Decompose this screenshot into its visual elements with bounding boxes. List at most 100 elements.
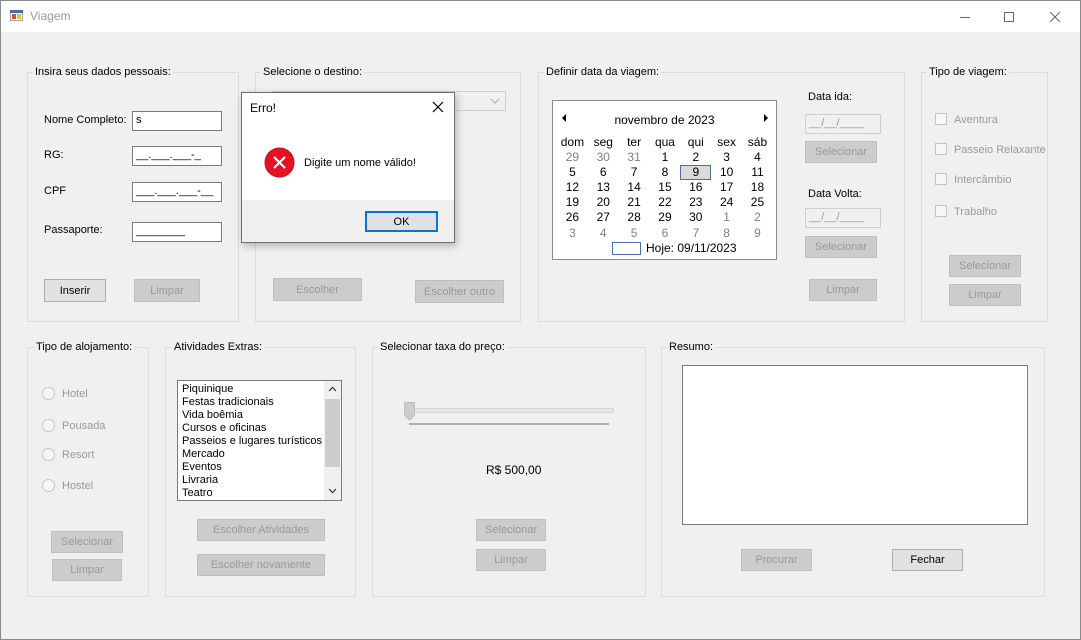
- price-slider-thumb[interactable]: [404, 402, 415, 421]
- calendar-day[interactable]: 7: [680, 226, 711, 241]
- trip-type-checkbox-work[interactable]: [935, 205, 947, 217]
- list-item[interactable]: Eventos: [178, 461, 341, 474]
- close-window-button[interactable]: [1032, 1, 1078, 32]
- close-button[interactable]: Fechar: [892, 549, 963, 571]
- lodging-radio-pousada[interactable]: [42, 419, 55, 432]
- trip-type-checkbox-exchange[interactable]: [935, 173, 947, 185]
- list-item[interactable]: Piquinique: [178, 383, 341, 396]
- calendar-day[interactable]: 25: [742, 195, 773, 210]
- list-item[interactable]: Festas tradicionais: [178, 396, 341, 409]
- calendar-day[interactable]: 30: [680, 210, 711, 225]
- chevron-down-icon[interactable]: [328, 488, 337, 494]
- calendar-day[interactable]: 2: [680, 150, 711, 165]
- calendar-day[interactable]: 27: [588, 210, 619, 225]
- list-item[interactable]: Cursos e oficinas: [178, 422, 341, 435]
- trip-type-select-button[interactable]: Selecionar: [949, 255, 1021, 277]
- lodging-radio-hotel[interactable]: [42, 387, 55, 400]
- calendar-day[interactable]: 1: [711, 210, 742, 225]
- list-item[interactable]: Livraria: [178, 474, 341, 487]
- price-slider-track[interactable]: [409, 408, 614, 413]
- choose-activities-button[interactable]: Escolher Atividades: [197, 519, 325, 541]
- calendar-day[interactable]: 26: [557, 210, 588, 225]
- title-bar[interactable]: Viagem: [1, 1, 1080, 32]
- calendar-day[interactable]: 20: [588, 195, 619, 210]
- summary-textbox[interactable]: [682, 365, 1028, 525]
- calendar-day[interactable]: 24: [711, 195, 742, 210]
- name-input[interactable]: s: [132, 111, 222, 131]
- calendar-day[interactable]: 30: [588, 150, 619, 165]
- calendar-day[interactable]: 19: [557, 195, 588, 210]
- calendar-day[interactable]: 7: [619, 165, 650, 180]
- calendar-day[interactable]: 11: [742, 165, 773, 180]
- trip-type-checkbox-adventure[interactable]: [935, 113, 947, 125]
- calendar-day[interactable]: 2: [742, 210, 773, 225]
- cpf-input[interactable]: ___.___.___-__: [132, 182, 222, 202]
- trip-type-clear-button[interactable]: Limpar: [949, 284, 1021, 306]
- calendar-day-selected[interactable]: 9: [680, 165, 712, 181]
- scrollbar-thumb[interactable]: [325, 399, 340, 467]
- calendar-day[interactable]: 1: [650, 150, 681, 165]
- calendar-today-label[interactable]: Hoje: 09/11/2023: [646, 241, 737, 255]
- calendar-day[interactable]: 4: [742, 150, 773, 165]
- choose-destination-button[interactable]: Escolher: [273, 278, 362, 301]
- calendar-day[interactable]: 16: [680, 180, 711, 195]
- return-date-input[interactable]: __/__/____: [805, 208, 881, 228]
- list-item[interactable]: Teatro: [178, 487, 341, 500]
- calendar-day[interactable]: 8: [650, 165, 681, 180]
- calendar-day[interactable]: 23: [680, 195, 711, 210]
- next-month-icon[interactable]: [763, 114, 769, 122]
- calendar-day[interactable]: 29: [557, 150, 588, 165]
- lodging-clear-button[interactable]: Limpar: [52, 559, 122, 581]
- calendar-day[interactable]: 31: [619, 150, 650, 165]
- trip-type-checkbox-relax[interactable]: [935, 143, 947, 155]
- date-clear-button[interactable]: Limpar: [809, 279, 877, 301]
- calendar-day[interactable]: 9: [742, 226, 773, 241]
- personal-clear-button[interactable]: Limpar: [134, 279, 200, 302]
- list-item[interactable]: Mercado: [178, 448, 341, 461]
- calendar-day[interactable]: 3: [557, 226, 588, 241]
- calendar-day[interactable]: 15: [650, 180, 681, 195]
- insert-button[interactable]: Inserir: [44, 279, 106, 302]
- calendar-day[interactable]: 22: [650, 195, 681, 210]
- price-clear-button[interactable]: Limpar: [476, 549, 546, 571]
- lodging-radio-resort[interactable]: [42, 448, 55, 461]
- list-item[interactable]: Vida boêmia: [178, 409, 341, 422]
- activities-listbox[interactable]: Piquinique Festas tradicionais Vida boêm…: [177, 380, 342, 501]
- return-select-button[interactable]: Selecionar: [805, 236, 877, 258]
- month-calendar[interactable]: novembro de 2023 dom seg ter qua qui sex sáb 29…: [552, 100, 777, 260]
- departure-select-button[interactable]: Selecionar: [805, 141, 877, 163]
- ok-button[interactable]: OK: [365, 211, 438, 232]
- calendar-day[interactable]: 6: [650, 226, 681, 241]
- search-button[interactable]: Procurar: [741, 549, 812, 571]
- calendar-day[interactable]: 5: [557, 165, 588, 180]
- lodging-radio-hostel[interactable]: [42, 479, 55, 492]
- list-item[interactable]: Passeios e lugares turísticos: [178, 435, 341, 448]
- chevron-up-icon[interactable]: [328, 386, 337, 392]
- calendar-day[interactable]: 6: [588, 165, 619, 180]
- lodging-select-button[interactable]: Selecionar: [51, 531, 123, 553]
- calendar-day[interactable]: 21: [619, 195, 650, 210]
- lodging-label-resort: Resort: [62, 449, 95, 461]
- calendar-day[interactable]: 13: [588, 180, 619, 195]
- minimize-button[interactable]: [942, 1, 988, 32]
- calendar-day[interactable]: 29: [650, 210, 681, 225]
- calendar-day[interactable]: 5: [619, 226, 650, 241]
- activities-scrollbar[interactable]: [324, 381, 341, 500]
- maximize-button[interactable]: [986, 1, 1032, 32]
- calendar-day[interactable]: 4: [588, 226, 619, 241]
- choose-again-button[interactable]: Escolher novamente: [197, 554, 325, 576]
- calendar-day[interactable]: 10: [711, 165, 742, 180]
- passport-input[interactable]: ________: [132, 222, 222, 242]
- choose-other-destination-button[interactable]: Escolher outro: [415, 280, 504, 303]
- price-select-button[interactable]: Selecionar: [476, 519, 546, 541]
- calendar-day[interactable]: 8: [711, 226, 742, 241]
- dialog-close-icon[interactable]: [432, 101, 444, 113]
- calendar-day[interactable]: 28: [619, 210, 650, 225]
- calendar-day[interactable]: 12: [557, 180, 588, 195]
- calendar-day[interactable]: 3: [711, 150, 742, 165]
- calendar-day[interactable]: 14: [619, 180, 650, 195]
- calendar-day[interactable]: 17: [711, 180, 742, 195]
- rg-input[interactable]: __.___.___-_: [132, 146, 222, 166]
- calendar-day[interactable]: 18: [742, 180, 773, 195]
- departure-date-input[interactable]: __/__/____: [805, 114, 881, 134]
